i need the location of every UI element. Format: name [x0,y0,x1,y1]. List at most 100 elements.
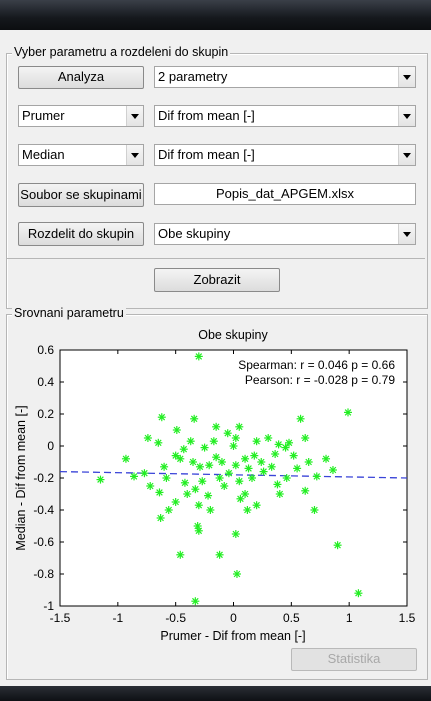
chart-title: Obe skupiny [198,328,268,342]
data-point [146,482,155,490]
scatter-chart: Obe skupiny -1.5 -1 -0.5 0 0.5 1 1.50.60.40.20… [14,328,416,643]
plot-area [59,349,408,607]
data-point [328,466,337,474]
data-point [252,501,261,510]
x-tick-label: 1 [346,611,353,625]
data-point [195,462,204,471]
data-point [231,530,240,538]
annotation-pearson: Pearson: r = -0.028 p = 0.79 [245,373,395,387]
data-point [209,437,218,446]
data-point [223,429,232,438]
data-point [171,498,180,506]
data-point [264,434,273,442]
x-tick-label: 0 [230,611,237,625]
data-point [235,422,244,431]
data-point [157,413,166,422]
data-point [143,434,152,442]
data-point [285,438,294,447]
x-tick-label: 0.5 [283,611,300,625]
data-point [231,461,240,470]
y-tick-label: -0.2 [33,471,54,485]
x-tick-label: -1 [112,611,123,625]
data-point [304,458,313,466]
data-point [267,462,276,471]
data-point [191,597,200,606]
data-point [198,477,207,486]
x-tick-label: -1.5 [50,611,71,625]
data-point [160,462,169,471]
data-point [312,472,321,481]
data-point [176,550,185,559]
data-point [281,443,290,452]
data-point [241,454,250,463]
data-point [176,454,185,463]
data-point [229,442,238,450]
data-point [282,474,291,482]
y-tick-label: -1 [43,599,54,613]
data-point [322,454,331,463]
data-point [155,488,164,497]
data-point [130,472,139,481]
x-axis-label: Prumer - Dif from mean [-] [160,629,305,643]
data-point [274,440,283,449]
data-point [191,485,200,494]
data-point [205,461,214,470]
data-point [200,443,209,452]
x-tick-label: 1.5 [399,611,416,625]
data-point [194,501,203,510]
data-point [190,414,199,423]
data-point [231,434,240,442]
data-point [215,474,224,482]
y-tick-label: 0.6 [37,343,54,357]
data-point [206,506,215,514]
data-point [296,414,305,423]
data-point [289,451,298,460]
y-tick-label: -0.4 [33,503,54,517]
data-point [344,408,353,417]
data-point [194,526,203,535]
data-point [96,475,105,484]
data-point [293,464,302,473]
data-point [215,550,224,559]
data-point [186,437,195,446]
data-point [189,458,198,466]
data-point [235,477,244,486]
x-tick-label: -0.5 [165,611,186,625]
data-point [236,494,245,503]
statistics-button[interactable]: Statistika [291,648,417,671]
y-tick-label: -0.8 [33,567,54,581]
data-point [156,514,165,522]
data-point [224,469,233,478]
data-point [271,450,280,458]
data-point [220,482,229,490]
data-point [259,467,268,476]
data-point [301,486,310,495]
data-point [301,434,310,442]
data-point [121,454,130,463]
data-point [217,458,226,466]
data-point [172,426,181,434]
data-point [275,490,284,498]
taskbar-strip [0,686,431,701]
data-point [252,437,261,446]
data-point [273,480,282,489]
y-tick-label: 0.4 [37,375,54,389]
data-point [183,490,192,498]
data-point [243,506,252,514]
data-point [257,458,266,466]
data-point [164,506,173,514]
data-point [212,422,221,431]
y-tick-label: 0 [47,439,54,453]
data-point [333,541,342,550]
y-tick-label: -0.6 [33,535,54,549]
y-axis-label: Median - Dif from mean [-] [14,405,28,550]
data-point [354,589,363,598]
y-tick-label: 0.2 [37,407,54,421]
data-point [162,474,171,482]
data-point [194,352,203,361]
data-point [232,570,241,578]
data-point [204,491,213,500]
data-point [212,453,221,462]
data-point [310,506,319,514]
data-point [244,464,253,473]
